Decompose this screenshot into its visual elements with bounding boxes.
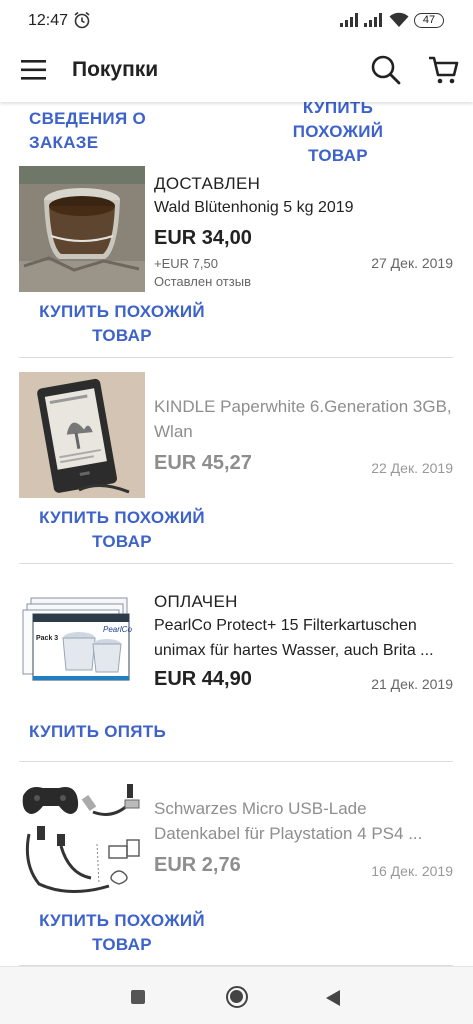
- order-date: 21 Дек. 2019: [371, 676, 453, 692]
- divider: [19, 563, 453, 564]
- product-price: EUR 45,27: [154, 452, 252, 474]
- wifi-icon: [389, 12, 409, 27]
- page-title: Покупки: [72, 58, 159, 81]
- product-title[interactable]: KINDLE Paperwhite 6.Generation 3GB, Wlan: [154, 394, 454, 444]
- buy-similar-button[interactable]: КУПИТЬ ПОХОЖИЙ ТОВАР: [262, 102, 414, 168]
- honey-jar-image: [19, 166, 145, 292]
- cart-icon[interactable]: [428, 54, 460, 86]
- usb-cable-image: [19, 774, 145, 900]
- product-price: EUR 34,00: [154, 227, 252, 249]
- product-price: EUR 44,90: [154, 668, 252, 690]
- product-price: EUR 2,76: [154, 854, 241, 876]
- alarm-icon: [74, 11, 90, 29]
- signal-icon: [364, 13, 382, 27]
- order-date: 16 Дек. 2019: [371, 863, 453, 879]
- feedback-status: Оставлен отзыв: [154, 274, 251, 289]
- back-icon[interactable]: [325, 989, 341, 1007]
- order-date: 27 Дек. 2019: [371, 255, 453, 271]
- menu-icon[interactable]: [20, 56, 48, 84]
- buy-similar-button[interactable]: КУПИТЬ ПОХОЖИЙ ТОВАР: [36, 506, 208, 554]
- search-icon[interactable]: [370, 54, 402, 86]
- divider: [19, 357, 453, 358]
- divider: [19, 761, 453, 762]
- home-icon[interactable]: [226, 986, 248, 1008]
- product-image[interactable]: [19, 372, 145, 498]
- status-time: 12:47: [28, 12, 69, 29]
- product-image[interactable]: [19, 774, 145, 900]
- status-bar: 12:47 47: [0, 0, 473, 40]
- order-status: ДОСТАВЛЕН: [154, 174, 261, 193]
- app-bar: Покупки: [0, 40, 473, 102]
- pack-label: Pack 3: [36, 635, 58, 642]
- kindle-image: [19, 372, 145, 498]
- product-title[interactable]: Schwarzes Micro USB-Lade Datenkabel für …: [154, 796, 454, 846]
- order-status: ОПЛАЧЕН: [154, 592, 238, 611]
- shipping-cost: +EUR 7,50: [154, 256, 218, 271]
- battery-icon: 47: [414, 13, 444, 28]
- product-image[interactable]: [19, 166, 145, 292]
- buy-again-button[interactable]: КУПИТЬ ОПЯТЬ: [29, 720, 169, 744]
- product-image[interactable]: PearlCo Pack 3: [19, 578, 145, 704]
- order-details-button[interactable]: СВЕДЕНИЯ О ЗАКАЗЕ: [29, 107, 213, 155]
- product-title[interactable]: PearlCo Protect+ 15 Filterkartuschen uni…: [154, 613, 454, 663]
- buy-similar-button[interactable]: КУПИТЬ ПОХОЖИЙ ТОВАР: [36, 909, 208, 957]
- system-nav-bar: [0, 966, 473, 1024]
- orders-list: СВЕДЕНИЯ О ЗАКАЗЕ КУПИТЬ ПОХОЖИЙ ТОВАР Д…: [0, 102, 473, 966]
- buy-similar-button[interactable]: КУПИТЬ ПОХОЖИЙ ТОВАР: [36, 300, 208, 348]
- recents-icon[interactable]: [131, 990, 145, 1004]
- order-date: 22 Дек. 2019: [371, 460, 453, 476]
- product-title[interactable]: Wald Blütenhonig 5 kg 2019: [154, 195, 454, 220]
- signal-icon: [340, 13, 358, 27]
- filter-cartridges-image: PearlCo Pack 3: [19, 578, 145, 704]
- brand-label: PearlCo: [103, 625, 132, 634]
